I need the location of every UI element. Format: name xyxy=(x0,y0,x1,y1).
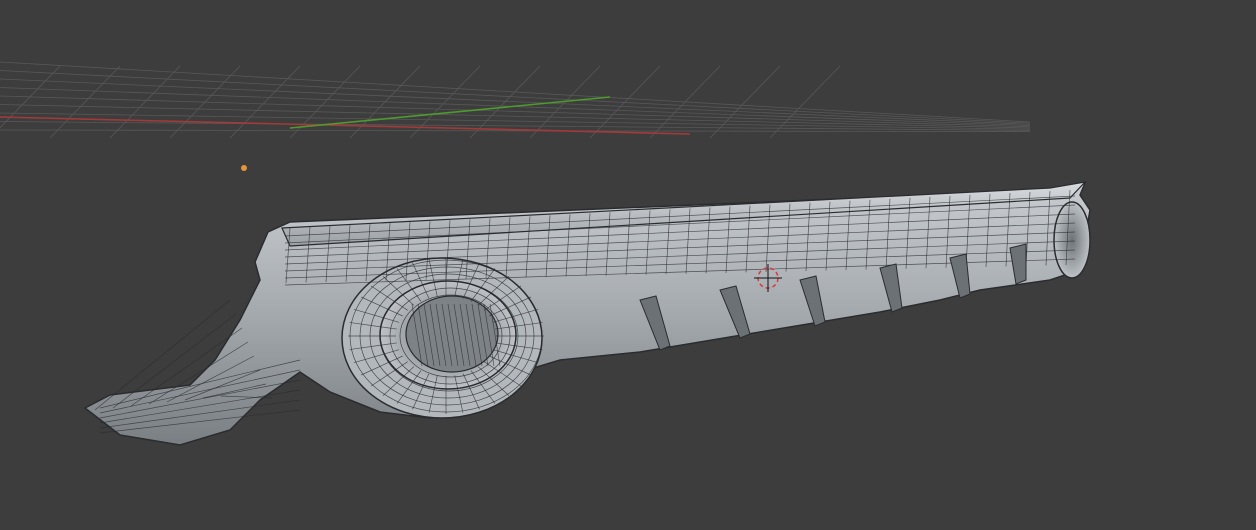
grid-line xyxy=(769,65,841,139)
grid-line xyxy=(229,65,301,139)
grid-line xyxy=(169,65,241,139)
grid-line xyxy=(0,95,1031,128)
x-axis-line xyxy=(0,116,691,135)
floor-grid xyxy=(0,61,1031,139)
object-origin-dot[interactable] xyxy=(241,165,247,171)
grid-line xyxy=(0,65,61,129)
right-exhaust-pipe xyxy=(1053,201,1091,279)
grid-line xyxy=(0,104,1031,129)
grid-line xyxy=(49,65,121,139)
rear-diffuser-mesh[interactable] xyxy=(83,181,1091,446)
3d-viewport[interactable] xyxy=(0,0,1256,530)
grid-line xyxy=(709,65,781,139)
grid-line xyxy=(0,78,1031,125)
viewport-scene[interactable] xyxy=(0,0,1256,530)
